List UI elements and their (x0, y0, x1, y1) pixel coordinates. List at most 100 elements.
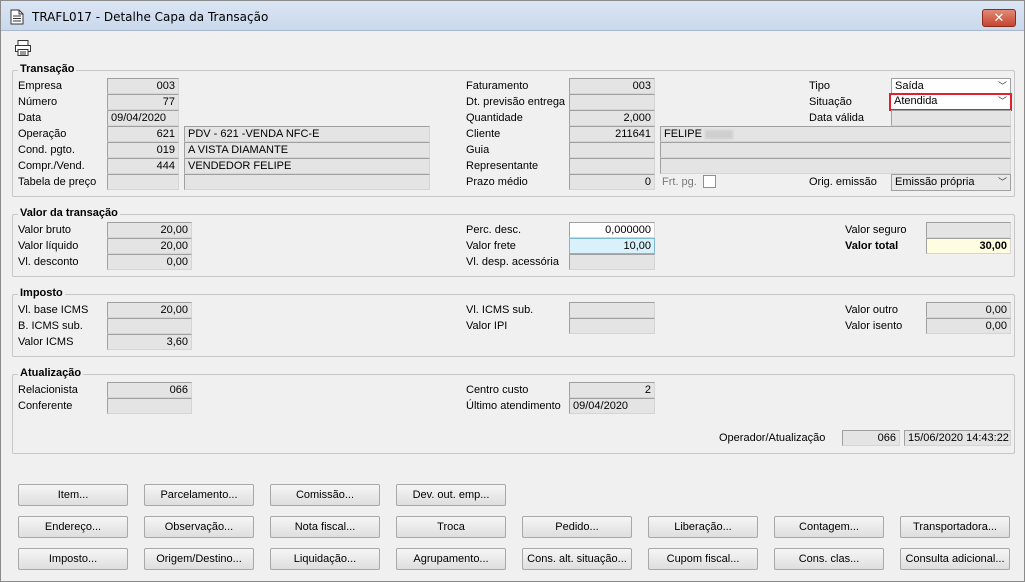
valor-bruto-label: Valor bruto (18, 224, 71, 236)
conferente-label: Conferente (18, 400, 73, 412)
situacao-select[interactable]: Atendida ﹀ (889, 93, 1012, 111)
data-valida-field[interactable] (891, 110, 1011, 126)
perc-desc-field[interactable]: 0,000000 (569, 222, 655, 238)
imposto-button[interactable]: Imposto... (18, 548, 128, 570)
cliente-code-field[interactable]: 211641 (569, 126, 655, 142)
numero-label: Número (18, 96, 58, 108)
vl-base-icms-label: Vl. base ICMS (18, 304, 89, 316)
valor-frete-label: Valor frete (466, 240, 516, 252)
operacao-label: Operação (18, 128, 67, 140)
valor-liquido-field[interactable]: 20,00 (107, 238, 192, 254)
faturamento-label: Faturamento (466, 80, 529, 92)
cons-alt-situacao-button[interactable]: Cons. alt. situação... (522, 548, 632, 570)
chevron-down-icon: ﹀ (997, 81, 1007, 91)
valor-outro-label: Valor outro (845, 304, 898, 316)
origem-destino-button[interactable]: Origem/Destino... (144, 548, 254, 570)
frt-pg-label: Frt. pg. (662, 176, 697, 188)
cliente-name-field[interactable]: FELIPE (660, 126, 1011, 142)
transportadora-button[interactable]: Transportadora... (900, 516, 1010, 538)
perc-desc-label: Perc. desc. (466, 224, 522, 236)
valor-total-label: Valor total (845, 240, 899, 252)
valor-isento-field[interactable]: 0,00 (926, 318, 1011, 334)
operacao-desc-field[interactable]: PDV - 621 -VENDA NFC-E (184, 126, 430, 142)
vl-icms-sub-field[interactable] (569, 302, 655, 318)
valor-icms-field[interactable]: 3,60 (107, 334, 192, 350)
observacao-button[interactable]: Observação... (144, 516, 254, 538)
consulta-adicional-button[interactable]: Consulta adicional... (900, 548, 1010, 570)
situacao-value: Atendida (894, 95, 938, 107)
operador-data-field[interactable]: 15/06/2020 14:43:22 (904, 430, 1011, 446)
centro-custo-field[interactable]: 2 (569, 382, 655, 398)
window: TRAFL017 - Detalhe Capa da Transação ✕ T… (0, 0, 1025, 582)
pedido-button[interactable]: Pedido... (522, 516, 632, 538)
empresa-label: Empresa (18, 80, 63, 92)
nota-fiscal-button[interactable]: Nota fiscal... (270, 516, 380, 538)
group-title-atualizacao: Atualização (18, 367, 84, 379)
b-icms-sub-field[interactable] (107, 318, 192, 334)
operacao-code-field[interactable]: 621 (107, 126, 179, 142)
representante-desc-field[interactable] (660, 158, 1011, 174)
data-valida-label: Data válida (809, 112, 865, 124)
conferente-field[interactable] (107, 398, 192, 414)
cliente-label: Cliente (466, 128, 501, 140)
liquidacao-button[interactable]: Liquidação... (270, 548, 380, 570)
agrupamento-button[interactable]: Agrupamento... (396, 548, 506, 570)
endereco-button[interactable]: Endereço... (18, 516, 128, 538)
representante-code-field[interactable] (569, 158, 655, 174)
group-title-transacao: Transação (18, 63, 77, 75)
cond-pgto-label: Cond. pgto. (18, 144, 75, 156)
vl-icms-sub-label: Vl. ICMS sub. (466, 304, 534, 316)
compr-vend-desc-field[interactable]: VENDEDOR FELIPE (184, 158, 430, 174)
parcelamento-button[interactable]: Parcelamento... (144, 484, 254, 506)
valor-seguro-field[interactable] (926, 222, 1011, 238)
dev-out-emp-button[interactable]: Dev. out. emp... (396, 484, 506, 506)
vl-desp-acessoria-label: Vl. desp. acessória (466, 256, 559, 268)
guia-code-field[interactable] (569, 142, 655, 158)
dt-previsao-field[interactable] (569, 94, 655, 110)
b-icms-sub-label: B. ICMS sub. (18, 320, 83, 332)
cond-pgto-desc-field[interactable]: A VISTA DIAMANTE (184, 142, 430, 158)
valor-ipi-label: Valor IPI (466, 320, 508, 332)
item-button[interactable]: Item... (18, 484, 128, 506)
valor-outro-field[interactable]: 0,00 (926, 302, 1011, 318)
compr-vend-code-field[interactable]: 444 (107, 158, 179, 174)
tabela-preco-desc-field[interactable] (184, 174, 430, 190)
valor-ipi-field[interactable] (569, 318, 655, 334)
ultimo-atendimento-field[interactable]: 09/04/2020 (569, 398, 655, 414)
cond-pgto-code-field[interactable]: 019 (107, 142, 179, 158)
prazo-medio-field[interactable]: 0 (569, 174, 655, 190)
relacionista-field[interactable]: 066 (107, 382, 192, 398)
numero-field[interactable]: 77 (107, 94, 179, 110)
guia-desc-field[interactable] (660, 142, 1011, 158)
troca-button[interactable]: Troca (396, 516, 506, 538)
redacted-mark (704, 129, 733, 139)
quantidade-label: Quantidade (466, 112, 523, 124)
cupom-fiscal-button[interactable]: Cupom fiscal... (648, 548, 758, 570)
prazo-medio-label: Prazo médio (466, 176, 528, 188)
contagem-button[interactable]: Contagem... (774, 516, 884, 538)
centro-custo-label: Centro custo (466, 384, 529, 396)
cliente-name-text: FELIPE (664, 128, 702, 140)
liberacao-button[interactable]: Liberação... (648, 516, 758, 538)
representante-label: Representante (466, 160, 539, 172)
valor-isento-label: Valor isento (845, 320, 903, 332)
tipo-label: Tipo (809, 80, 830, 92)
valor-frete-field[interactable]: 10,00 (569, 238, 655, 254)
frt-pg-checkbox[interactable] (703, 175, 716, 188)
operador-field[interactable]: 066 (842, 430, 900, 446)
cons-clas-button[interactable]: Cons. clas... (774, 548, 884, 570)
vl-desconto-field[interactable]: 0,00 (107, 254, 192, 270)
quantidade-field[interactable]: 2,000 (569, 110, 655, 126)
printer-icon[interactable] (14, 39, 32, 57)
vl-desp-acessoria-field[interactable] (569, 254, 655, 270)
vl-base-icms-field[interactable]: 20,00 (107, 302, 192, 318)
close-button[interactable]: ✕ (982, 9, 1016, 27)
valor-bruto-field[interactable]: 20,00 (107, 222, 192, 238)
tabela-preco-code-field[interactable] (107, 174, 179, 190)
data-field[interactable]: 09/04/2020 (107, 110, 179, 126)
orig-emissao-select[interactable]: Emissão própria ﹀ (891, 174, 1011, 191)
valor-total-field[interactable]: 30,00 (926, 238, 1011, 254)
faturamento-field[interactable]: 003 (569, 78, 655, 94)
comissao-button[interactable]: Comissão... (270, 484, 380, 506)
empresa-field[interactable]: 003 (107, 78, 179, 94)
